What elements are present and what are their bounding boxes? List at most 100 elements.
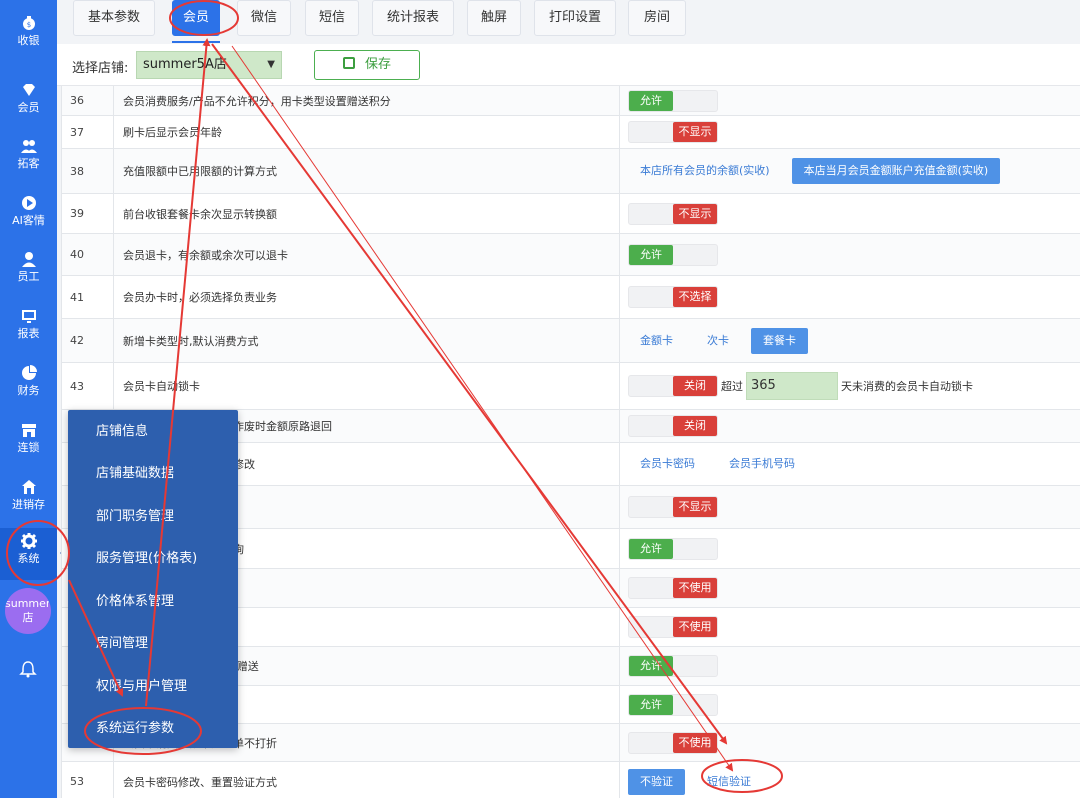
row-control: 不验证 短信验证: [620, 762, 1080, 798]
menu-item-room[interactable]: 房间管理: [96, 634, 148, 654]
filter-bar: 选择店铺: summer5A店 ▼ 保存: [57, 44, 1080, 86]
option-button[interactable]: 会员卡密码: [628, 451, 707, 477]
option-button[interactable]: 次卡: [695, 328, 741, 354]
toggle-switch[interactable]: 允许: [628, 693, 718, 716]
toggle-switch[interactable]: 允许: [628, 655, 718, 677]
toggle-state-label: 允许: [629, 656, 673, 676]
toggle-state-label: 不显示: [673, 122, 717, 142]
sidebar-item-label: 进销存: [12, 498, 45, 511]
table-row: 53 会员卡密码修改、重置验证方式 不验证 短信验证: [61, 762, 1080, 798]
toggle-switch[interactable]: 不显示: [628, 496, 718, 518]
sidebar-item-cashier[interactable]: $ 收银: [0, 10, 57, 60]
store-icon: [21, 424, 36, 437]
toggle-switch[interactable]: 不显示: [628, 202, 718, 225]
row-description: 新增卡类型时,默认消费方式: [114, 319, 620, 362]
tab-member[interactable]: 会员: [172, 0, 220, 36]
system-popup-menu: 店铺信息 店铺基础数据 部门职务管理 服务管理(价格表) 价格体系管理 房间管理…: [68, 410, 238, 748]
toggle-switch[interactable]: 不显示: [628, 121, 718, 143]
tab-wechat[interactable]: 微信: [237, 0, 291, 36]
tab-statistics[interactable]: 统计报表: [372, 0, 454, 36]
sidebar-item-member[interactable]: 会员: [0, 77, 57, 127]
option-button[interactable]: 本店当月会员金额账户充值金额(实收): [791, 158, 1001, 184]
toggle-state-label: 允许: [629, 538, 673, 559]
toggle-switch[interactable]: 不使用: [628, 616, 718, 638]
menu-item-store-info[interactable]: 店铺信息: [96, 422, 148, 442]
users-icon: [20, 140, 37, 153]
tab-basic[interactable]: 基本参数: [73, 0, 155, 36]
home-icon: [21, 480, 36, 494]
toggle-state-label: 不使用: [673, 732, 717, 753]
row-control: 不显示: [620, 116, 1080, 148]
sidebar-item-system[interactable]: 系统: [0, 528, 57, 580]
row-number: 43: [62, 363, 114, 409]
menu-item-price-system[interactable]: 价格体系管理: [96, 592, 174, 612]
sidebar: $ 收银 会员 拓客 AI客情 员工 报表 财务 连锁 进销存 系统 summe…: [0, 0, 57, 798]
sidebar-item-inventory[interactable]: 进销存: [0, 474, 57, 524]
sidebar-item-label: 员工: [17, 270, 40, 283]
toggle-state-label: 允许: [629, 694, 673, 715]
user-icon: [21, 252, 36, 267]
tab-print[interactable]: 打印设置: [534, 0, 616, 36]
row-description: 充值限额中已用限额的计算方式: [114, 149, 620, 193]
table-row: 42 新增卡类型时,默认消费方式 金额卡 次卡 套餐卡: [61, 319, 1080, 363]
toggle-switch[interactable]: 允许: [628, 537, 718, 560]
option-button[interactable]: 不验证: [628, 768, 685, 795]
menu-item-department[interactable]: 部门职务管理: [96, 507, 174, 527]
save-icon: [342, 57, 355, 69]
toggle-switch[interactable]: 不选择: [628, 286, 718, 308]
row-control: 会员卡密码 会员手机号码: [620, 443, 1080, 485]
toggle-switch[interactable]: 不使用: [628, 731, 718, 754]
option-button[interactable]: 金额卡: [628, 328, 685, 354]
row-control: 不选择: [620, 276, 1080, 318]
bell-icon[interactable]: [19, 660, 37, 678]
row-control: 关闭: [620, 410, 1080, 442]
autolock-days-input[interactable]: 365: [746, 372, 838, 400]
sidebar-item-label: 系统: [17, 552, 40, 565]
menu-item-store-basic-data[interactable]: 店铺基础数据: [96, 464, 174, 484]
option-button[interactable]: 短信验证: [695, 769, 763, 795]
table-row: 37 刷卡后显示会员年龄 不显示: [61, 116, 1080, 149]
sidebar-item-label: 报表: [17, 327, 40, 340]
tab-room[interactable]: 房间: [628, 0, 686, 36]
pie-chart-icon: [21, 365, 37, 380]
store-select[interactable]: summer5A店 ▼: [136, 51, 282, 79]
menu-item-service-pricing[interactable]: 服务管理(价格表): [96, 549, 197, 569]
toggle-state-label: 不显示: [673, 203, 717, 224]
menu-item-system-params[interactable]: 系统运行参数: [96, 719, 174, 739]
diamond-icon: [22, 84, 35, 96]
monitor-icon: [21, 310, 36, 323]
sidebar-item-finance[interactable]: 财务: [0, 360, 57, 410]
option-button[interactable]: 本店所有会员的余额(实收): [628, 158, 782, 184]
sidebar-item-acquisition[interactable]: 拓客: [0, 133, 57, 183]
row-description: 会员退卡，有余额或余次可以退卡: [114, 234, 620, 275]
store-select-label: 选择店铺:: [72, 61, 129, 76]
sidebar-item-ai[interactable]: AI客情: [0, 190, 57, 240]
sidebar-item-label: 收银: [17, 34, 40, 47]
sidebar-item-chain[interactable]: 连锁: [0, 417, 57, 467]
table-row: 43 会员卡自动锁卡 关闭 超过 365 天未消费的会员卡自动锁卡: [61, 363, 1080, 410]
menu-item-permissions[interactable]: 权限与用户管理: [96, 677, 187, 697]
row-control: 关闭 超过 365 天未消费的会员卡自动锁卡: [620, 363, 1080, 409]
option-button[interactable]: 会员手机号码: [717, 451, 807, 477]
toggle-state-label: 关闭: [673, 416, 717, 436]
store-avatar[interactable]: summer5A店: [5, 588, 51, 634]
top-tabs: 基本参数 会员 微信 短信 统计报表 触屏 打印设置 房间: [57, 0, 1080, 44]
tab-touchscreen[interactable]: 触屏: [467, 0, 521, 36]
cash-register-icon: $: [22, 16, 35, 30]
toggle-switch[interactable]: 允许: [628, 243, 718, 266]
toggle-switch[interactable]: 关闭: [628, 375, 718, 397]
toggle-state-label: 关闭: [673, 376, 717, 396]
toggle-state-label: 允许: [629, 90, 673, 111]
option-button[interactable]: 套餐卡: [751, 327, 808, 354]
sidebar-item-label: 连锁: [17, 441, 40, 454]
toggle-switch[interactable]: 允许: [628, 89, 718, 112]
sidebar-item-staff[interactable]: 员工: [0, 246, 57, 296]
toggle-switch[interactable]: 不使用: [628, 577, 718, 599]
save-button[interactable]: 保存: [314, 50, 420, 80]
toggle-state-label: 允许: [629, 244, 673, 265]
sidebar-item-reports[interactable]: 报表: [0, 303, 57, 353]
tab-sms[interactable]: 短信: [305, 0, 359, 36]
row-control: 金额卡 次卡 套餐卡: [620, 319, 1080, 362]
row-description: 刷卡后显示会员年龄: [114, 116, 620, 148]
toggle-switch[interactable]: 关闭: [628, 415, 718, 437]
